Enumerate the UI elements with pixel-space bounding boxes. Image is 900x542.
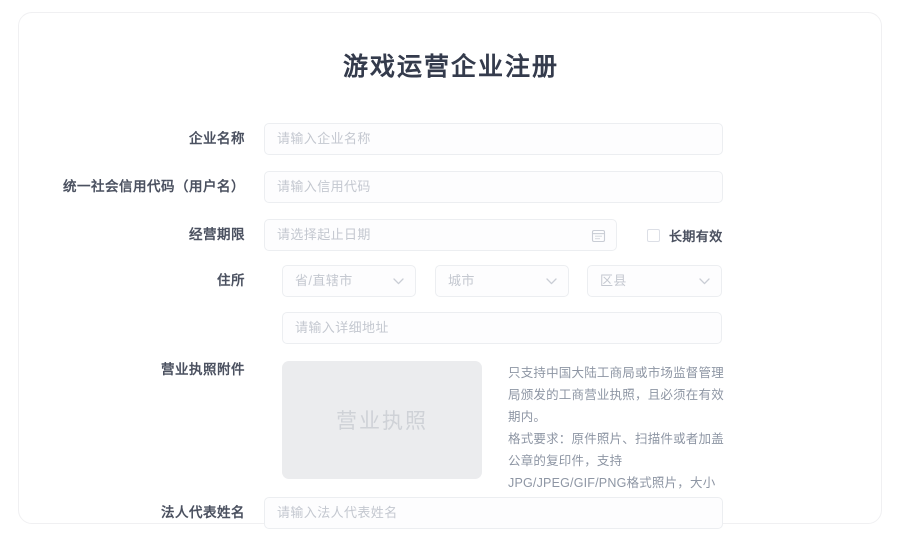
license-help-text: 只支持中国大陆工商局或市场监督管理局颁发的工商营业执照，且必须在有效期内。 格式… [508, 362, 726, 516]
label-address: 住所 [217, 273, 245, 288]
license-help-line-1: 只支持中国大陆工商局或市场监督管理局颁发的工商营业执照，且必须在有效期内。 [508, 366, 724, 424]
form-row-address-region: 住所 省/直辖市 城市 区县 [19, 265, 883, 297]
business-term-date-input[interactable]: 请选择起止日期 [264, 219, 617, 251]
calendar-icon[interactable] [591, 228, 606, 243]
label-license-attachment: 营业执照附件 [161, 362, 245, 377]
label-business-term: 经营期限 [189, 227, 245, 242]
long-term-checkbox[interactable] [647, 228, 660, 242]
form-row-address-detail: 请输入详细地址 [19, 312, 883, 344]
license-upload-placeholder: 营业执照 [336, 410, 428, 433]
chevron-down-icon [546, 278, 557, 285]
registration-card: 游戏运营企业注册 企业名称 请输入企业名称 统一社会信用代码（用户名） 请输入信… [18, 12, 883, 529]
province-select-value: 省/直辖市 [295, 273, 353, 288]
page-title: 游戏运营企业注册 [342, 53, 559, 81]
business-term-placeholder: 请选择起止日期 [277, 227, 371, 242]
legal-representative-placeholder: 请输入法人代表姓名 [277, 505, 398, 520]
chevron-down-icon [699, 278, 710, 285]
long-term-checkbox-label: 长期有效 [669, 228, 723, 244]
district-select[interactable]: 区县 [587, 265, 722, 297]
company-name-placeholder: 请输入企业名称 [277, 131, 371, 146]
province-select[interactable]: 省/直辖市 [282, 265, 416, 297]
company-name-input[interactable]: 请输入企业名称 [264, 123, 723, 155]
form-row-company-name: 企业名称 请输入企业名称 [19, 123, 883, 155]
district-select-value: 区县 [600, 273, 627, 288]
label-credit-code: 统一社会信用代码（用户名） [63, 179, 245, 194]
detailed-address-input[interactable]: 请输入详细地址 [282, 312, 722, 344]
detailed-address-placeholder: 请输入详细地址 [295, 320, 389, 335]
form-row-legal-rep: 法人代表姓名 请输入法人代表姓名 [19, 497, 883, 529]
license-upload-box[interactable]: 营业执照 [282, 361, 482, 479]
label-company-name: 企业名称 [189, 131, 245, 146]
city-select-value: 城市 [448, 273, 475, 288]
credit-code-input[interactable]: 请输入信用代码 [264, 171, 723, 203]
page-root: 游戏运营企业注册 企业名称 请输入企业名称 统一社会信用代码（用户名） 请输入信… [0, 0, 900, 542]
city-select[interactable]: 城市 [435, 265, 569, 297]
legal-representative-input[interactable]: 请输入法人代表姓名 [264, 497, 723, 529]
form-row-credit-code: 统一社会信用代码（用户名） 请输入信用代码 [19, 171, 883, 203]
chevron-down-icon [393, 278, 404, 285]
label-legal-representative: 法人代表姓名 [161, 505, 245, 520]
long-term-checkbox-wrap[interactable]: 长期有效 [647, 219, 723, 251]
form-row-business-term: 经营期限 请选择起止日期 长期有效 [19, 219, 883, 251]
credit-code-placeholder: 请输入信用代码 [277, 179, 371, 194]
